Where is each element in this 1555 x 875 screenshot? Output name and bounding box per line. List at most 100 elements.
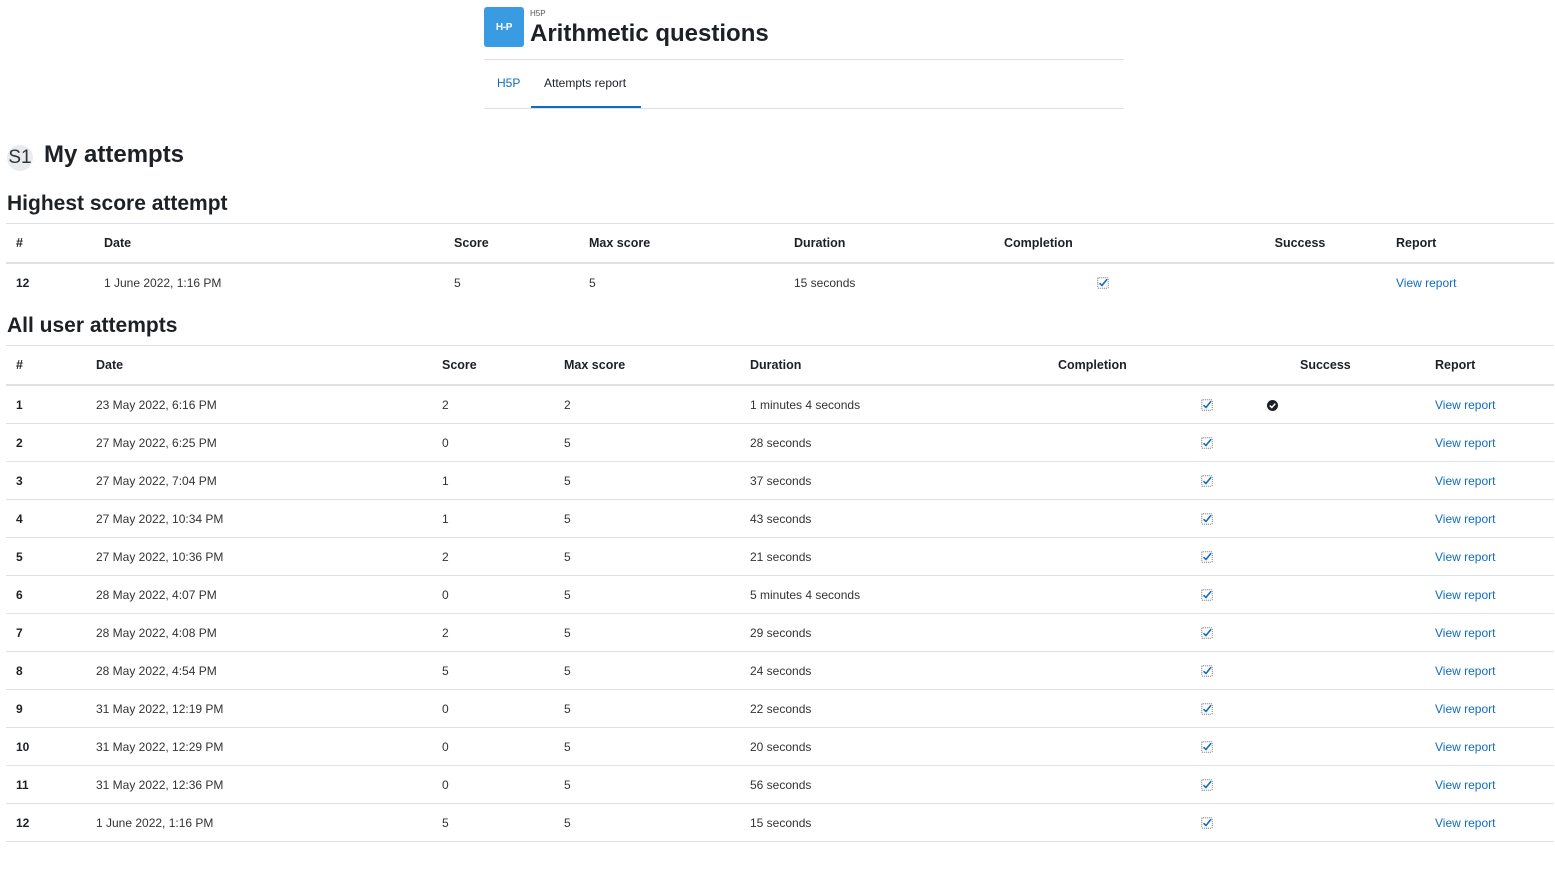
table-row: 6 28 May 2022, 4:07 PM 0 5 5 minutes 4 secon… (6, 575, 1554, 614)
attempt-number: 10 (6, 727, 96, 766)
col-max-score-header: Max score (564, 345, 750, 386)
attempt-date: 27 May 2022, 7:04 PM (96, 461, 442, 500)
view-report-link[interactable]: View report (1435, 474, 1495, 488)
completion-check-icon (1097, 276, 1109, 290)
attempt-completion (1050, 461, 1250, 500)
attempt-score: 1 (442, 461, 564, 500)
tab-h5p[interactable]: H5P (497, 76, 520, 90)
table-row: 12 1 June 2022, 1:16 PM 5 5 15 seconds View r… (6, 803, 1554, 842)
col-success-header: Success (1204, 223, 1396, 264)
col-number-header: # (6, 223, 104, 264)
attempt-score: 1 (442, 499, 564, 538)
activity-type-label: H5P (530, 9, 546, 18)
highest-score-table: # Date Score Max score Duration Completi… (6, 223, 1554, 301)
attempt-max-score: 5 (564, 803, 750, 842)
attempt-number: 9 (6, 689, 96, 728)
view-report-link[interactable]: View report (1435, 778, 1495, 792)
attempt-number: 12 (16, 275, 30, 290)
attempt-number: 11 (6, 765, 96, 804)
completion-check-icon (1201, 474, 1213, 488)
view-report-link[interactable]: View report (1396, 276, 1456, 290)
attempt-score: 0 (442, 423, 564, 462)
table-header-row: # Date Score Max score Duration Completi… (6, 345, 1554, 386)
attempt-completion (1050, 613, 1250, 652)
attempt-max-score: 5 (589, 275, 596, 290)
attempt-completion (1050, 537, 1250, 576)
completion-check-icon (1201, 436, 1213, 450)
attempt-number: 6 (6, 575, 96, 614)
attempt-success (1250, 461, 1414, 500)
view-report-link[interactable]: View report (1435, 702, 1495, 716)
attempt-duration: 24 seconds (750, 651, 1050, 690)
attempt-report-cell: View report (1414, 537, 1554, 576)
table-header-row: # Date Score Max score Duration Completi… (6, 223, 1554, 264)
attempt-max-score: 5 (564, 613, 750, 652)
attempt-score: 5 (442, 803, 564, 842)
attempt-report-cell: View report (1414, 499, 1554, 538)
attempt-success (1204, 263, 1396, 301)
table-row: 9 31 May 2022, 12:19 PM 0 5 22 seconds View r… (6, 689, 1554, 728)
attempt-completion (1050, 575, 1250, 614)
h5p-activity-icon: H-P (484, 7, 524, 47)
attempt-score: 5 (454, 275, 461, 290)
view-report-link[interactable]: View report (1435, 398, 1495, 412)
col-success-header: Success (1250, 345, 1414, 386)
completion-check-icon (1201, 626, 1213, 640)
table-row: 5 27 May 2022, 10:36 PM 2 5 21 seconds View r… (6, 537, 1554, 576)
attempt-score: 0 (442, 575, 564, 614)
view-report-link[interactable]: View report (1435, 740, 1495, 754)
attempt-completion (1050, 765, 1250, 804)
view-report-link[interactable]: View report (1435, 816, 1495, 830)
attempt-report-cell: View report (1414, 651, 1554, 690)
attempt-report-cell: View report (1414, 689, 1554, 728)
view-report-link[interactable]: View report (1435, 664, 1495, 678)
attempt-success (1250, 765, 1414, 804)
attempt-report-cell: View report (1414, 613, 1554, 652)
success-check-icon (1267, 398, 1278, 412)
view-report-link[interactable]: View report (1435, 512, 1495, 526)
all-attempts-heading: All user attempts (7, 314, 178, 337)
table-row: 1 23 May 2022, 6:16 PM 2 2 1 minutes 4 secon… (6, 385, 1554, 424)
attempt-report-cell: View report (1414, 727, 1554, 766)
attempt-duration: 56 seconds (750, 765, 1050, 804)
attempt-max-score: 2 (564, 385, 750, 424)
attempt-duration: 20 seconds (750, 727, 1050, 766)
attempt-report-cell: View report (1414, 803, 1554, 842)
view-report-link[interactable]: View report (1435, 626, 1495, 640)
attempt-duration: 1 minutes 4 seconds (750, 385, 1050, 424)
col-duration-header: Duration (750, 345, 1050, 386)
table-row: 3 27 May 2022, 7:04 PM 1 5 37 seconds View re… (6, 461, 1554, 500)
view-report-link[interactable]: View report (1435, 588, 1495, 602)
attempt-number: 4 (6, 499, 96, 538)
attempt-success (1250, 689, 1414, 728)
col-number-header: # (6, 345, 96, 386)
user-avatar[interactable]: S1 (7, 145, 33, 171)
attempt-number: 5 (6, 537, 96, 576)
attempt-duration: 15 seconds (750, 803, 1050, 842)
view-report-link[interactable]: View report (1435, 436, 1495, 450)
attempt-date: 27 May 2022, 10:36 PM (96, 537, 442, 576)
view-report-link[interactable]: View report (1435, 550, 1495, 564)
completion-check-icon (1201, 740, 1213, 754)
page-title: Arithmetic questions (530, 20, 769, 47)
table-row: 7 28 May 2022, 4:08 PM 2 5 29 seconds View re… (6, 613, 1554, 652)
attempt-duration: 15 seconds (794, 275, 856, 290)
attempt-date: 23 May 2022, 6:16 PM (96, 385, 442, 424)
attempt-duration: 21 seconds (750, 537, 1050, 576)
attempt-score: 0 (442, 689, 564, 728)
tab-attempts-report[interactable]: Attempts report (544, 76, 626, 90)
attempt-success (1250, 423, 1414, 462)
col-completion-header: Completion (1004, 223, 1204, 264)
attempt-date: 28 May 2022, 4:07 PM (96, 575, 442, 614)
attempt-report-cell: View report (1414, 575, 1554, 614)
attempt-date: 1 June 2022, 1:16 PM (96, 803, 442, 842)
attempt-completion (1050, 499, 1250, 538)
attempt-success (1250, 499, 1414, 538)
attempt-score: 0 (442, 765, 564, 804)
all-attempts-body: 1 23 May 2022, 6:16 PM 2 2 1 minutes 4 secon… (6, 385, 1554, 842)
attempt-success (1250, 613, 1414, 652)
attempt-report-cell: View report (1396, 263, 1554, 301)
col-date-header: Date (96, 345, 442, 386)
attempt-completion (1050, 689, 1250, 728)
attempt-date: 1 June 2022, 1:16 PM (104, 275, 222, 290)
